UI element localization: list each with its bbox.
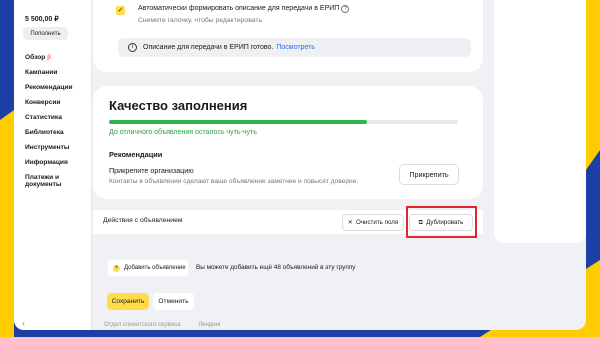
app-window: 5 500,00 ₽ Пополнить Обзор β Кампании Рек…: [14, 0, 586, 330]
close-icon: ✕: [347, 219, 353, 226]
erip-auto-checkbox[interactable]: ✓: [116, 6, 125, 15]
info-icon: i: [128, 43, 137, 52]
erip-card: ✓ Автоматически формировать описание для…: [93, 0, 483, 72]
sidebar-item-label: Обзор: [25, 54, 46, 61]
erip-checkbox-hint: Снимите галочку, чтобы редактировать: [138, 17, 263, 24]
sidebar-item-tools[interactable]: Инструменты: [25, 144, 81, 152]
sidebar-item-campaigns[interactable]: Кампании: [25, 69, 81, 77]
sidebar-item-recommendations[interactable]: Рекомендации: [25, 84, 81, 92]
cancel-button[interactable]: Отменить: [153, 293, 194, 310]
progress-fill: [109, 120, 368, 124]
erip-notice: i Описание для передачи в ЕРИП готово. П…: [118, 38, 471, 57]
save-button[interactable]: Сохранить: [107, 293, 149, 310]
quality-progress-bar: [109, 120, 458, 124]
erip-checkbox-label: Автоматически формировать описание для п…: [138, 5, 340, 12]
plus-icon: +: [113, 264, 120, 272]
clear-fields-label: Очистить поля: [355, 219, 399, 226]
clear-fields-button[interactable]: ✕ Очистить поля: [342, 214, 404, 231]
recommendation-title: Прикрепите организацию: [109, 166, 194, 175]
top-up-button[interactable]: Пополнить: [23, 27, 68, 40]
footer-links: Отдел клиентского сервиса Лендинг: [104, 322, 237, 328]
add-ad-hint: Вы можете добавить ещё 48 объявлений в э…: [196, 264, 356, 271]
checkmark-icon: ✓: [117, 7, 124, 14]
recommendation-description: Контакты в объявлении сделают ваше объяв…: [109, 178, 359, 185]
quality-progress-text: До отличного объявления осталось чуть-чу…: [109, 129, 257, 136]
quality-card: Качество заполнения До отличного объявле…: [93, 86, 483, 199]
beta-badge: β: [47, 54, 52, 61]
view-description-link[interactable]: Посмотреть: [276, 44, 315, 51]
sidebar: 5 500,00 ₽ Пополнить Обзор β Кампании Рек…: [14, 0, 92, 330]
footer-link-landing[interactable]: Лендинг: [198, 322, 221, 328]
sidebar-item-statistics[interactable]: Статистика: [25, 114, 81, 122]
erip-checkbox-row: Автоматически формировать описание для п…: [138, 5, 350, 13]
balance-amount: 5 500,00 ₽: [25, 16, 59, 23]
sidebar-item-overview[interactable]: Обзор β: [25, 54, 81, 62]
sidebar-item-conversions[interactable]: Конверсии: [25, 99, 81, 107]
duplicate-highlight-box: [406, 206, 477, 238]
add-ad-label: Добавить объявление: [124, 265, 186, 271]
chevron-left-icon[interactable]: ‹: [22, 318, 25, 328]
sidebar-item-information[interactable]: Информация: [25, 159, 81, 167]
recommendations-heading: Рекомендации: [109, 150, 163, 159]
ad-actions-label: Действия с объявлением: [103, 217, 183, 224]
sidebar-nav: Обзор β Кампании Рекомендации Конверсии С…: [25, 54, 81, 196]
add-ad-button[interactable]: + Добавить объявление: [108, 260, 188, 276]
right-panel: [494, 0, 586, 243]
attach-organization-button[interactable]: Прикрепить: [399, 164, 459, 185]
footer-link-support[interactable]: Отдел клиентского сервиса: [104, 322, 181, 328]
sidebar-item-payments[interactable]: Платежи и документы: [25, 174, 81, 189]
help-icon[interactable]: ?: [341, 5, 350, 13]
sidebar-item-library[interactable]: Библиотека: [25, 129, 81, 137]
quality-title: Качество заполнения: [109, 98, 248, 113]
erip-notice-text: Описание для передачи в ЕРИП готово.: [143, 44, 274, 51]
